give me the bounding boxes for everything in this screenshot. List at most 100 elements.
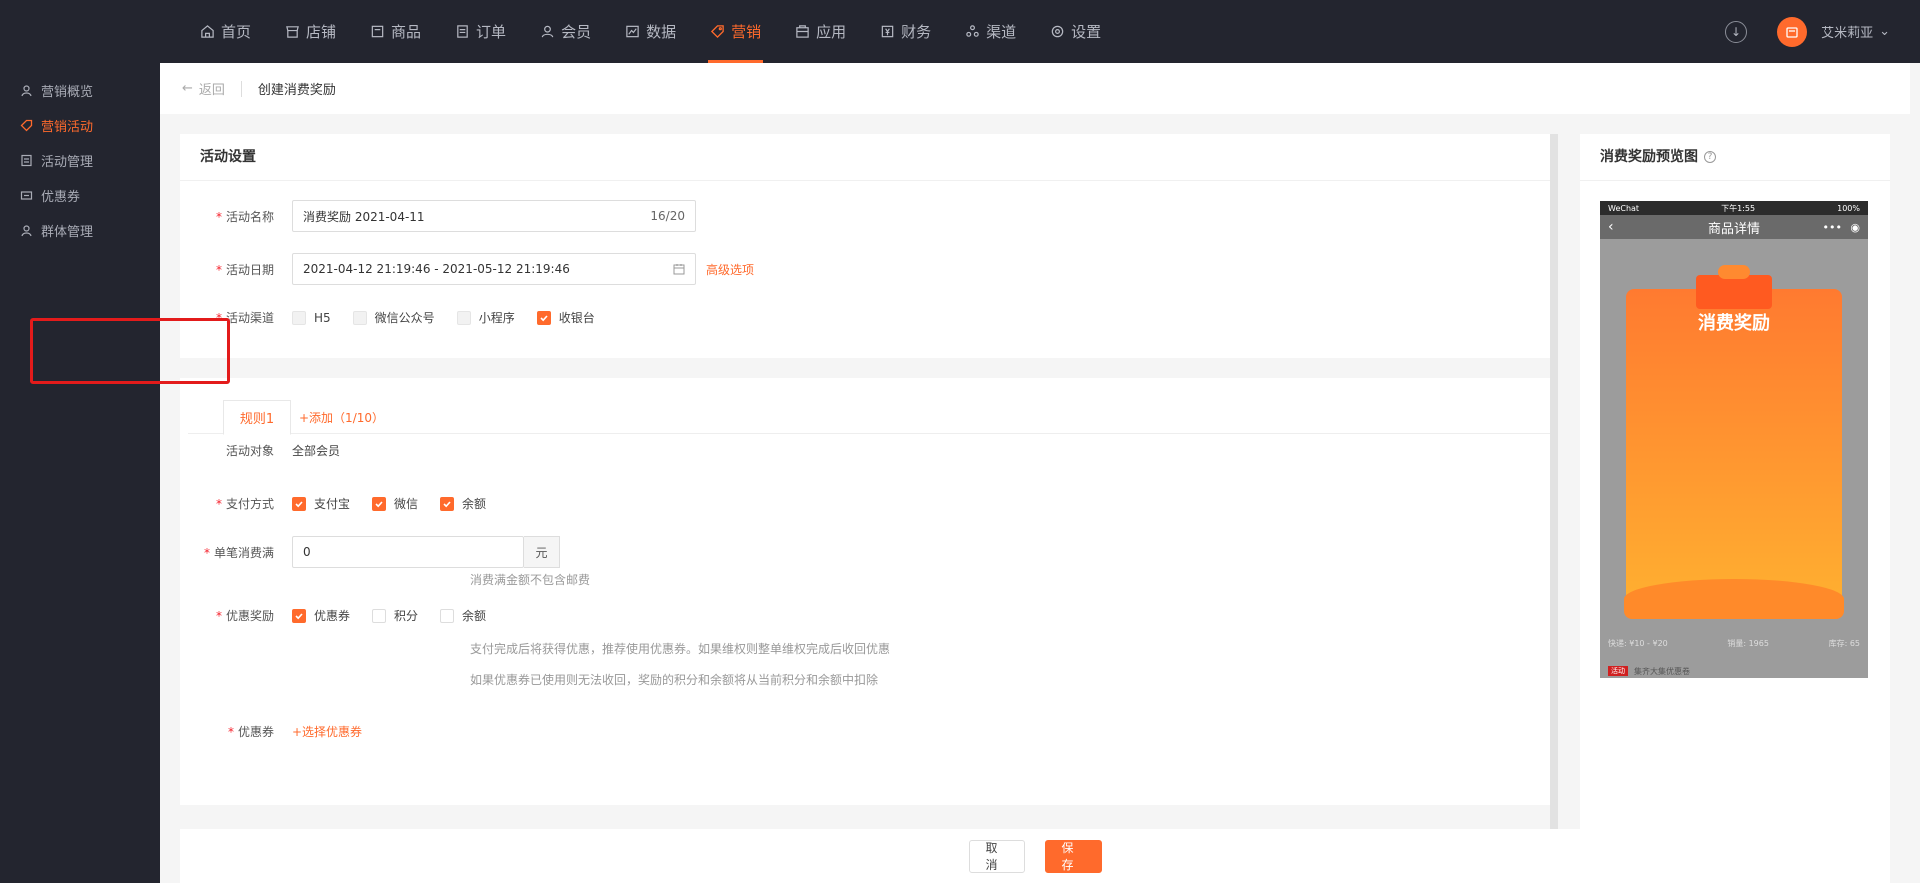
reward-card xyxy=(1626,289,1842,609)
activity-name-label: * 活动名称 xyxy=(215,209,274,224)
add-rule-button[interactable]: +添加（1/10） xyxy=(299,400,384,435)
status-time: 下午1:55 xyxy=(1721,203,1756,213)
promo-text: 集齐大集优惠卷 xyxy=(1634,666,1690,676)
nav-item-product[interactable]: 商品 xyxy=(360,0,431,63)
nav-item-member[interactable]: 会员 xyxy=(530,0,601,63)
activity-name-row: * 活动名称 消费奖励 2021-04-11 16/20 xyxy=(180,200,696,232)
select-coupon-link[interactable]: +选择优惠券 xyxy=(292,723,362,740)
channel-h5-checkbox[interactable]: H5 xyxy=(292,310,331,325)
nav-item-home[interactable]: 首页 xyxy=(190,0,261,63)
top-navigation-bar: 首页 店铺 商品 订单 会员 数据 营销 应用 财务 渠道 设置 ↓ 艾米莉亚 … xyxy=(0,0,1920,63)
pay-wechat-checkbox[interactable]: 微信 xyxy=(372,495,418,512)
back-button[interactable]: ← 返回 xyxy=(182,79,225,98)
phone-nav-bar: ‹ 商品详情 ••• ◉ xyxy=(1600,215,1868,239)
sidebar-item-groups[interactable]: 群体管理 xyxy=(0,213,160,248)
pay-alipay-checkbox[interactable]: 支付宝 xyxy=(292,495,350,512)
app-icon xyxy=(795,24,810,39)
back-label: 返回 xyxy=(198,83,225,98)
date-range-picker[interactable]: 2021-04-12 21:19:46 - 2021-05-12 21:19:4… xyxy=(292,253,696,285)
coupon-row: * 优惠券 +选择优惠券 xyxy=(180,723,362,740)
nav-item-label: 订单 xyxy=(476,23,507,41)
settings-icon xyxy=(1050,24,1065,39)
coupon-icon xyxy=(20,191,33,200)
payment-method-row: * 支付方式 支付宝 微信 余额 xyxy=(180,495,486,512)
chart-icon xyxy=(625,24,640,39)
reward-balance-checkbox[interactable]: 余额 xyxy=(440,607,486,624)
currency-unit: 元 xyxy=(524,536,560,568)
activity-name-input[interactable]: 消费奖励 2021-04-11 16/20 xyxy=(292,200,696,232)
activity-name-value: 消费奖励 2021-04-11 xyxy=(303,209,425,224)
tag-icon xyxy=(20,119,33,132)
gift-bow-icon xyxy=(1718,265,1750,279)
channel-cashier-checkbox[interactable]: 收银台 xyxy=(536,309,595,326)
reward-hint-1: 支付完成后将获得优惠，推荐使用优惠券。如果维权则整单维权完成后收回优惠 xyxy=(470,642,891,656)
scrollbar[interactable] xyxy=(1550,134,1558,831)
calendar-icon xyxy=(673,264,685,275)
sidebar-item-label: 活动管理 xyxy=(41,155,94,170)
page-title: 创建消费奖励 xyxy=(257,83,336,98)
pay-balance-checkbox[interactable]: 余额 xyxy=(440,495,486,512)
nav-item-channel[interactable]: 渠道 xyxy=(955,0,1026,63)
arrow-left-icon: ← xyxy=(182,81,193,96)
help-icon[interactable]: ? xyxy=(1704,151,1716,163)
preview-title: 消费奖励预览图 ? xyxy=(1580,134,1890,181)
coupon-label: * 优惠券 xyxy=(227,725,274,739)
channel-wechat-official-checkbox[interactable]: 微信公众号 xyxy=(352,309,435,326)
avatar[interactable] xyxy=(1777,16,1808,47)
checkbox-box xyxy=(372,608,387,623)
save-button[interactable]: 保存 xyxy=(1044,839,1102,873)
tab-rule-1[interactable]: 规则1 xyxy=(223,400,291,435)
sidebar-item-campaigns[interactable]: 营销活动 xyxy=(0,108,160,143)
check-icon xyxy=(292,496,306,511)
char-count: 16/20 xyxy=(650,209,685,223)
status-battery: 100% xyxy=(1837,203,1860,213)
nav-item-label: 应用 xyxy=(816,23,847,41)
target-value: 全部会员 xyxy=(292,444,341,458)
sidebar-item-label: 营销活动 xyxy=(41,120,94,135)
more-icon: ••• xyxy=(1822,220,1842,234)
activity-date-label: * 活动日期 xyxy=(215,262,274,277)
nav-item-finance[interactable]: 财务 xyxy=(870,0,941,63)
nav-item-marketing[interactable]: 营销 xyxy=(700,0,771,63)
check-icon xyxy=(292,608,306,623)
sidebar-item-management[interactable]: 活动管理 xyxy=(0,143,160,178)
member-icon xyxy=(540,24,555,39)
activity-settings-panel: 活动设置 * 活动名称 消费奖励 2021-04-11 16/20 * 活动日期 2… xyxy=(180,134,1550,358)
cancel-button[interactable]: 取消 xyxy=(968,839,1025,873)
document-icon xyxy=(21,154,32,167)
min-spend-hint: 消费满金额不包含邮费 xyxy=(470,573,591,587)
target-label: 活动对象 xyxy=(225,444,274,458)
checkbox-box xyxy=(292,310,306,325)
top-right-area: ↓ 艾米莉亚 ⌄ xyxy=(1725,0,1890,63)
nav-item-app[interactable]: 应用 xyxy=(785,0,856,63)
nav-item-data[interactable]: 数据 xyxy=(615,0,686,63)
nav-item-order[interactable]: 订单 xyxy=(445,0,516,63)
nav-item-settings[interactable]: 设置 xyxy=(1040,0,1111,63)
top-nav-menu: 首页 店铺 商品 订单 会员 数据 营销 应用 财务 渠道 设置 xyxy=(190,0,1125,63)
reward-title: 消费奖励 xyxy=(1698,313,1770,334)
advanced-options-link[interactable]: 高级选项 xyxy=(706,261,754,278)
download-icon[interactable]: ↓ xyxy=(1725,20,1748,43)
reward-points-checkbox[interactable]: 积分 xyxy=(372,607,418,624)
check-icon xyxy=(536,310,551,325)
home-icon xyxy=(200,24,215,39)
nav-item-label: 营销 xyxy=(731,23,762,41)
gift-box-icon xyxy=(1696,275,1772,309)
order-icon xyxy=(455,24,470,39)
sidebar-item-label: 营销概览 xyxy=(41,85,94,100)
phone-nav-title: 商品详情 xyxy=(1707,221,1760,237)
store-icon xyxy=(285,24,300,39)
sidebar-item-overview[interactable]: 营销概览 xyxy=(0,73,160,108)
payment-checkbox-group: 支付宝 微信 余额 xyxy=(292,495,486,512)
status-carrier: WeChat xyxy=(1608,203,1640,213)
chevron-down-icon: ⌄ xyxy=(1879,24,1890,39)
channel-miniprogram-checkbox[interactable]: 小程序 xyxy=(456,309,515,326)
nav-item-store[interactable]: 店铺 xyxy=(275,0,346,63)
nav-item-label: 首页 xyxy=(221,23,252,41)
activity-channel-row: * 活动渠道 H5 微信公众号 小程序 收银台 xyxy=(180,309,595,326)
reward-checkbox-group: 优惠券 积分 余额 xyxy=(292,607,486,624)
reward-coupon-checkbox[interactable]: 优惠券 xyxy=(292,607,350,624)
sidebar-item-coupons[interactable]: 优惠券 xyxy=(0,178,160,213)
user-menu[interactable]: 艾米莉亚 ⌄ xyxy=(1821,22,1890,41)
min-spend-input[interactable]: 0 xyxy=(292,536,524,568)
